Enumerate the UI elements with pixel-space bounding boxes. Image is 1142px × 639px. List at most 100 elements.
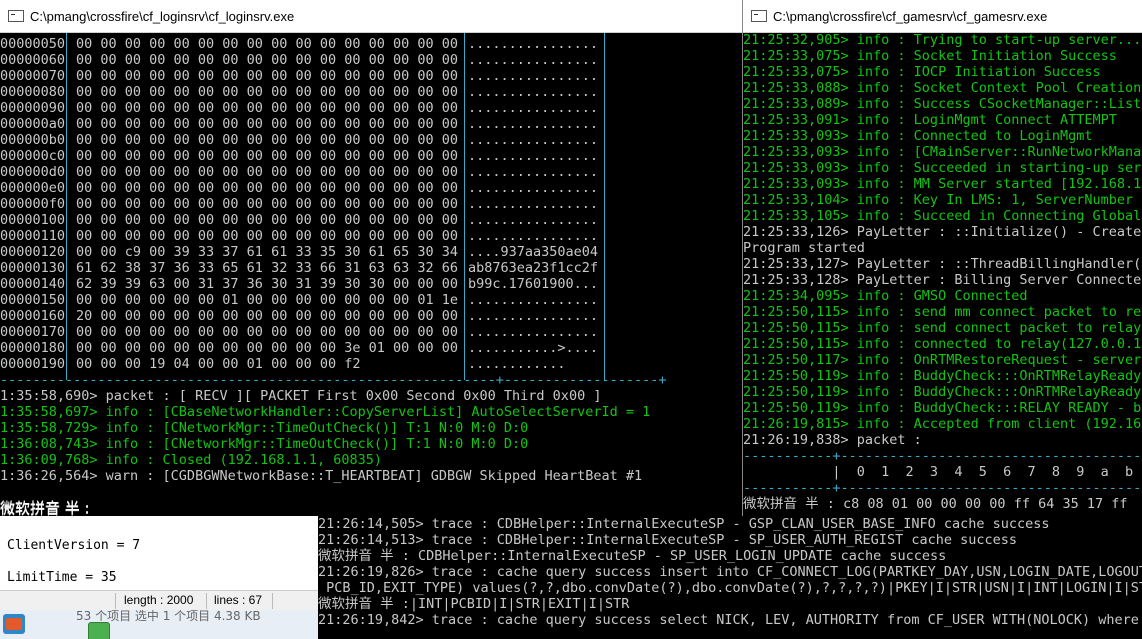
log-line[interactable]: 21:25:33,128> PayLetter : Billing Server… [743, 272, 1142, 288]
log-line[interactable]: 21:25:33,075> info : Socket Initiation S… [743, 48, 1117, 64]
hex-address: 00000080 [0, 84, 66, 100]
status-divider [206, 593, 207, 609]
log-line[interactable]: 21:26:19,815> info : Accepted from clien… [743, 416, 1142, 432]
hex-table-bottom: ----------------------------------------… [0, 372, 667, 388]
hex-bytes: 00 00 00 00 00 00 00 00 00 00 00 00 00 0… [76, 148, 459, 164]
trace-line[interactable]: 21:26:19,842> trace : cache query succes… [318, 612, 1142, 628]
hex-address: 000000a0 [0, 116, 66, 132]
log-line[interactable]: 21:25:33,088> info : Socket Context Pool… [743, 80, 1141, 96]
hex-ascii: ................ [468, 148, 599, 164]
hex-bytes: 00 00 00 00 00 00 00 00 00 00 00 00 00 0… [76, 100, 459, 116]
hex-address-separator [66, 33, 67, 380]
hex-ascii: ................ [468, 100, 599, 116]
log-line[interactable]: 21:25:32,905> info : Trying to start-up … [743, 32, 1141, 48]
hex-ascii: ................ [468, 84, 599, 100]
log-line[interactable]: 21:25:50,119> info : BuddyCheck:::OnRTMR… [743, 368, 1141, 384]
trace-line[interactable]: 21:26:14,513> trace : CDBHelper::Interna… [318, 532, 1017, 548]
hex-ascii: ................ [468, 196, 599, 212]
login-window-title: C:\pmang\crossfire\cf_loginsrv\cf_logins… [30, 8, 295, 24]
log-line[interactable]: 21:25:33,104> info : Key In LMS: 1, Serv… [743, 192, 1142, 208]
hex-address: 00000190 [0, 356, 66, 372]
hex-address: 00000070 [0, 68, 66, 84]
trace-line[interactable]: 微软拼音 半 :|INT|PCBID|I|STR|EXIT|I|STR [318, 596, 629, 612]
log-line[interactable]: 1:36:09,768> info : Closed (192.168.1.1,… [0, 452, 382, 468]
log-line[interactable]: 21:25:33,091> info : LoginMgmt Connect A… [743, 112, 1117, 128]
config-line-client-version[interactable]: ClientVersion = 7 [7, 538, 140, 554]
game-server-window[interactable]: C:\pmang\crossfire\cf_gamesrv\cf_gamesrv… [742, 0, 1142, 516]
db-trace-console[interactable]: 21:26:14,505> trace : CDBHelper::Interna… [318, 516, 1142, 639]
hex-bytes: 00 00 00 00 00 00 00 00 00 00 00 00 00 0… [76, 68, 459, 84]
hex-address: 00000120 [0, 244, 66, 260]
hex-ascii: ................ [468, 36, 599, 52]
hex-bytes: 00 00 00 00 00 00 00 00 00 00 00 00 00 0… [76, 36, 459, 52]
hex-ascii-separator [464, 33, 465, 380]
login-window-titlebar[interactable]: C:\pmang\crossfire\cf_loginsrv\cf_logins… [0, 0, 742, 33]
explorer-status-strip: 53 个项目 选中 1 个项目 4.38 KB [0, 610, 318, 639]
hex-address: 00000090 [0, 100, 66, 116]
login-server-window[interactable]: C:\pmang\crossfire\cf_loginsrv\cf_logins… [0, 0, 742, 516]
hex-table-divider: -----------+----------------------------… [743, 480, 1142, 496]
log-line[interactable]: 21:25:33,093> info : [CMainServer::RunNe… [743, 144, 1142, 160]
hex-bytes: 00 00 00 00 00 00 00 00 00 00 00 00 00 0… [76, 212, 459, 228]
hex-ascii: ................ [468, 180, 599, 196]
login-console[interactable]: 00000050 00 00 00 00 00 00 00 00 00 00 00… [0, 33, 742, 516]
hex-address: 000000b0 [0, 132, 66, 148]
hex-address: 000000e0 [0, 180, 66, 196]
log-line[interactable]: 21:25:33,127> PayLetter : ::ThreadBillin… [743, 256, 1142, 272]
app-box-icon[interactable] [3, 614, 25, 634]
log-line[interactable]: 1:35:58,697> info : [CBaseNetworkHandler… [0, 404, 650, 420]
hex-bytes: 62 39 39 63 00 31 37 36 30 31 39 30 30 0… [76, 276, 459, 292]
hex-address: 00000180 [0, 340, 66, 356]
log-line[interactable]: 1:35:58,690> packet : [ RECV ][ PACKET F… [0, 388, 601, 404]
console-icon [751, 10, 767, 22]
log-line[interactable]: 21:25:33,126> PayLetter : ::Initialize()… [743, 224, 1141, 240]
hex-ascii: ................ [468, 68, 599, 84]
hex-address: 00000060 [0, 52, 66, 68]
log-line[interactable]: 21:25:33,093> info : Succeeded in starti… [743, 160, 1142, 176]
log-line[interactable]: 1:35:58,729> info : [CNetworkMgr::TimeOu… [0, 420, 528, 436]
hex-address: 000000f0 [0, 196, 66, 212]
log-line[interactable]: 21:25:50,117> info : OnRTMRestoreRequest… [743, 352, 1142, 368]
hex-ascii: ................ [468, 324, 599, 340]
log-line[interactable]: 21:26:19,838> packet : [743, 432, 922, 448]
hex-ascii: ................ [468, 116, 599, 132]
hex-ascii: ............ [468, 356, 566, 372]
notepad-editor[interactable]: 微软拼音 半 : ClientVersion = 7 LimitTime = 3… [0, 500, 318, 596]
log-line[interactable]: Program started [743, 240, 865, 256]
hex-address: 00000170 [0, 324, 66, 340]
hex-address: 00000110 [0, 228, 66, 244]
log-line[interactable]: 21:25:33,093> info : MM Server started [… [743, 176, 1142, 192]
log-line[interactable]: 21:25:34,095> info : GMSO Connected [743, 288, 1027, 304]
log-line[interactable]: 21:25:50,119> info : BuddyCheck:::OnRTMR… [743, 384, 1141, 400]
log-line[interactable]: 21:25:33,089> info : Success CSocketMana… [743, 96, 1142, 112]
log-line[interactable]: 21:25:50,115> info : connected to relay(… [743, 336, 1142, 352]
log-line[interactable]: 21:25:33,075> info : IOCP Initiation Suc… [743, 64, 1101, 80]
hex-bytes: 00 00 00 00 00 00 00 00 00 00 00 00 00 0… [76, 196, 459, 212]
hex-ascii: ................ [468, 212, 599, 228]
trace-line[interactable]: 21:26:14,505> trace : CDBHelper::Interna… [318, 516, 1050, 532]
trace-line[interactable]: 21:26:19,826> trace : cache query succes… [318, 564, 1142, 580]
hex-ascii: ....937aa350ae04 [468, 244, 599, 260]
hex-bytes: 00 00 00 00 00 00 00 00 00 00 00 00 00 0… [76, 164, 459, 180]
log-line[interactable]: 21:25:50,115> info : send mm connect pac… [743, 304, 1142, 320]
hex-address: 00000100 [0, 212, 66, 228]
log-line[interactable]: 1:36:26,564> warn : [CGDBGWNetworkBase::… [0, 468, 642, 484]
log-line[interactable]: 21:25:33,105> info : Succeed in Connecti… [743, 208, 1142, 224]
game-console[interactable]: 21:25:32,905> info : Trying to start-up … [743, 32, 1142, 516]
hex-bytes: 00 00 00 00 00 00 00 00 00 00 00 00 00 0… [76, 116, 459, 132]
log-line[interactable]: 21:25:33,093> info : Connected to LoginM… [743, 128, 1093, 144]
hex-ascii: ................ [468, 132, 599, 148]
log-line[interactable]: 21:25:50,119> info : BuddyCheck:::RELAY … [743, 400, 1142, 416]
log-line[interactable]: 21:25:50,115> info : send connect packet… [743, 320, 1141, 336]
status-length: length : 2000 [124, 593, 194, 607]
archive-icon[interactable] [88, 622, 110, 639]
hex-bytes: 61 62 38 37 36 33 65 61 32 33 66 31 63 6… [76, 260, 459, 276]
trace-line[interactable]: PCB_ID,EXIT_TYPE) values(?,?,dbo.convDat… [318, 580, 1142, 596]
log-line[interactable]: 1:36:08,743> info : [CNetworkMgr::TimeOu… [0, 436, 528, 452]
hex-address: 00000050 [0, 36, 66, 52]
trace-line[interactable]: 微软拼音 半 : CDBHelper::InternalExecuteSP - … [318, 548, 946, 564]
hex-bytes: 00 00 00 19 04 00 00 01 00 00 00 f2 [76, 356, 361, 372]
config-line-limit-time[interactable]: LimitTime = 35 [7, 570, 117, 586]
hex-bytes: 00 00 00 00 00 00 00 00 00 00 00 00 00 0… [76, 180, 459, 196]
game-window-titlebar[interactable]: C:\pmang\crossfire\cf_gamesrv\cf_gamesrv… [743, 0, 1142, 33]
